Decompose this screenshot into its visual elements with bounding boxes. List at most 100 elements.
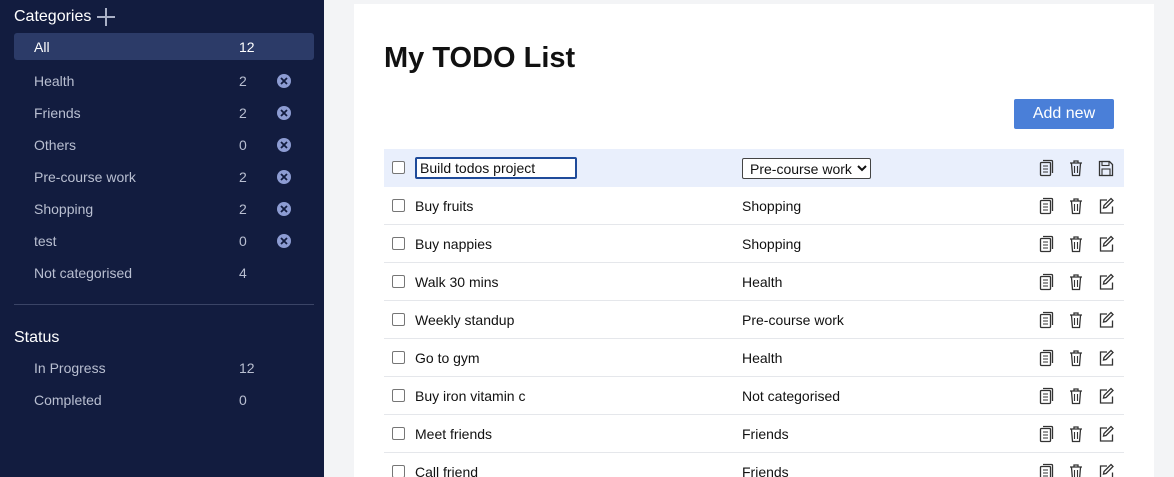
edit-icon[interactable] bbox=[1098, 425, 1114, 443]
remove-category-icon[interactable] bbox=[277, 234, 291, 248]
todo-row: Meet friends Friends bbox=[384, 415, 1124, 453]
copy-icon[interactable] bbox=[1038, 387, 1054, 405]
copy-icon[interactable] bbox=[1038, 349, 1054, 367]
todo-checkbox[interactable] bbox=[392, 161, 405, 174]
edit-icon[interactable] bbox=[1098, 349, 1114, 367]
todo-text: Call friend bbox=[415, 464, 479, 477]
trash-icon[interactable] bbox=[1068, 349, 1084, 367]
trash-icon[interactable] bbox=[1068, 463, 1084, 477]
todo-text-input[interactable] bbox=[415, 157, 577, 179]
copy-icon[interactable] bbox=[1038, 235, 1054, 253]
copy-icon[interactable] bbox=[1038, 425, 1054, 443]
add-new-button[interactable]: Add new bbox=[1014, 99, 1114, 129]
category-name: Health bbox=[34, 73, 75, 89]
category-item-all[interactable]: All 12 bbox=[14, 33, 314, 60]
row-actions bbox=[1038, 197, 1114, 215]
todo-text: Go to gym bbox=[415, 350, 480, 366]
todo-checkbox[interactable] bbox=[392, 465, 405, 477]
todo-checkbox[interactable] bbox=[392, 351, 405, 364]
todo-text: Walk 30 mins bbox=[415, 274, 499, 290]
status-item-in-progress[interactable]: In Progress 12 bbox=[14, 352, 314, 384]
todo-checkbox[interactable] bbox=[392, 313, 405, 326]
row-actions bbox=[1038, 235, 1114, 253]
category-item-shopping[interactable]: Shopping 2 bbox=[14, 193, 314, 225]
row-actions bbox=[1038, 159, 1114, 177]
todo-checkbox[interactable] bbox=[392, 199, 405, 212]
todo-list: Pre-course work Buy fruits Shopping Buy na… bbox=[384, 149, 1124, 477]
edit-icon[interactable] bbox=[1098, 235, 1114, 253]
trash-icon[interactable] bbox=[1068, 197, 1084, 215]
remove-category-icon[interactable] bbox=[277, 138, 291, 152]
remove-category-icon[interactable] bbox=[277, 170, 291, 184]
category-item-not-categorised[interactable]: Not categorised 4 bbox=[14, 257, 314, 289]
todo-checkbox[interactable] bbox=[392, 275, 405, 288]
todo-category: Shopping bbox=[742, 236, 802, 252]
todo-row: Go to gym Health bbox=[384, 339, 1124, 377]
row-actions bbox=[1038, 349, 1114, 367]
todo-row: Call friend Friends bbox=[384, 453, 1124, 477]
page-title: My TODO List bbox=[384, 42, 576, 74]
category-count: 0 bbox=[239, 137, 247, 153]
edit-icon[interactable] bbox=[1098, 463, 1114, 477]
trash-icon[interactable] bbox=[1068, 159, 1084, 177]
edit-icon[interactable] bbox=[1098, 273, 1114, 291]
category-count: 2 bbox=[239, 201, 247, 217]
category-item-health[interactable]: Health 2 bbox=[14, 65, 314, 97]
trash-icon[interactable] bbox=[1068, 311, 1084, 329]
todo-row: Buy fruits Shopping bbox=[384, 187, 1124, 225]
category-count: 0 bbox=[239, 233, 247, 249]
edit-icon[interactable] bbox=[1098, 311, 1114, 329]
todo-text: Buy fruits bbox=[415, 198, 474, 214]
sidebar-divider bbox=[14, 304, 314, 305]
categories-header: Categories bbox=[14, 6, 116, 28]
trash-icon[interactable] bbox=[1068, 387, 1084, 405]
todo-category-select[interactable]: Pre-course work bbox=[742, 158, 871, 179]
todo-category: Not categorised bbox=[742, 388, 841, 404]
todo-row: Walk 30 mins Health bbox=[384, 263, 1124, 301]
todo-checkbox[interactable] bbox=[392, 389, 405, 402]
edit-icon[interactable] bbox=[1098, 197, 1114, 215]
copy-icon[interactable] bbox=[1038, 159, 1054, 177]
category-name: Shopping bbox=[34, 201, 94, 217]
todo-category: Shopping bbox=[742, 198, 802, 214]
todo-row-editing: Pre-course work bbox=[384, 149, 1124, 187]
category-count: 2 bbox=[239, 73, 247, 89]
trash-icon[interactable] bbox=[1068, 235, 1084, 253]
category-count: 4 bbox=[239, 265, 247, 281]
category-list: All 12 Health 2 Friends 2 Others 0 Pre-c… bbox=[14, 33, 314, 289]
copy-icon[interactable] bbox=[1038, 197, 1054, 215]
category-item-friends[interactable]: Friends 2 bbox=[14, 97, 314, 129]
status-header: Status bbox=[14, 327, 59, 349]
todo-text: Buy nappies bbox=[415, 236, 493, 252]
categories-title: Categories bbox=[14, 8, 92, 25]
row-actions bbox=[1038, 387, 1114, 405]
category-name: Pre-course work bbox=[34, 169, 136, 185]
remove-category-icon[interactable] bbox=[277, 202, 291, 216]
trash-icon[interactable] bbox=[1068, 273, 1084, 291]
status-name: Completed bbox=[34, 392, 102, 408]
category-item-test[interactable]: test 0 bbox=[14, 225, 314, 257]
category-name: All bbox=[34, 38, 50, 55]
status-list: In Progress 12 Completed 0 bbox=[14, 352, 314, 416]
trash-icon[interactable] bbox=[1068, 425, 1084, 443]
todo-category: Friends bbox=[742, 464, 789, 477]
remove-category-icon[interactable] bbox=[277, 106, 291, 120]
todo-row: Weekly standup Pre-course work bbox=[384, 301, 1124, 339]
save-icon[interactable] bbox=[1098, 159, 1114, 177]
todo-category: Health bbox=[742, 274, 783, 290]
copy-icon[interactable] bbox=[1038, 463, 1054, 477]
category-count: 12 bbox=[239, 38, 255, 55]
edit-icon[interactable] bbox=[1098, 387, 1114, 405]
copy-icon[interactable] bbox=[1038, 273, 1054, 291]
add-category-icon[interactable] bbox=[97, 8, 116, 26]
status-title: Status bbox=[14, 329, 60, 346]
todo-checkbox[interactable] bbox=[392, 427, 405, 440]
todo-category: Health bbox=[742, 350, 783, 366]
category-name: Others bbox=[34, 137, 77, 153]
category-item-pre-course-work[interactable]: Pre-course work 2 bbox=[14, 161, 314, 193]
copy-icon[interactable] bbox=[1038, 311, 1054, 329]
remove-category-icon[interactable] bbox=[277, 74, 291, 88]
status-item-completed[interactable]: Completed 0 bbox=[14, 384, 314, 416]
category-item-others[interactable]: Others 0 bbox=[14, 129, 314, 161]
todo-checkbox[interactable] bbox=[392, 237, 405, 250]
